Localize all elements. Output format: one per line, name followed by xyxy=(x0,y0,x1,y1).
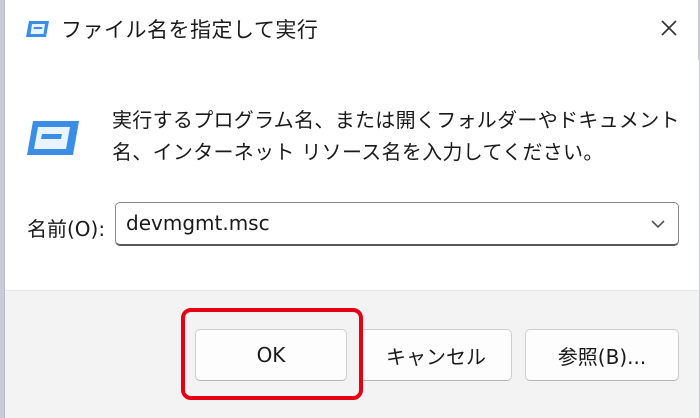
run-icon xyxy=(25,118,81,158)
window-title: ファイル名を指定して実行 xyxy=(61,18,319,42)
cancel-button[interactable]: キャンセル xyxy=(360,329,512,381)
dialog-content: 実行するプログラム名、または開くフォルダーやドキュメント名、インターネット リソ… xyxy=(5,60,699,290)
ok-button[interactable]: OK xyxy=(195,329,347,381)
name-label: 名前(O): xyxy=(27,217,106,241)
name-combobox[interactable] xyxy=(115,202,679,246)
close-icon xyxy=(660,19,678,41)
button-bar: OK キャンセル 参照(B)... xyxy=(5,290,699,418)
browse-button[interactable]: 参照(B)... xyxy=(525,329,679,381)
run-app-icon xyxy=(25,19,51,39)
dropdown-button[interactable] xyxy=(644,209,672,237)
run-dialog: ファイル名を指定して実行 実行するプログラム名、または開くフォルダーやドキュメン… xyxy=(4,0,699,418)
title-bar[interactable]: ファイル名を指定して実行 xyxy=(5,0,699,60)
instruction-text: 実行するプログラム名、または開くフォルダーやドキュメント名、インターネット リソ… xyxy=(112,108,680,164)
name-input[interactable] xyxy=(126,203,636,243)
close-button[interactable] xyxy=(647,8,691,52)
chevron-down-icon xyxy=(650,214,666,233)
